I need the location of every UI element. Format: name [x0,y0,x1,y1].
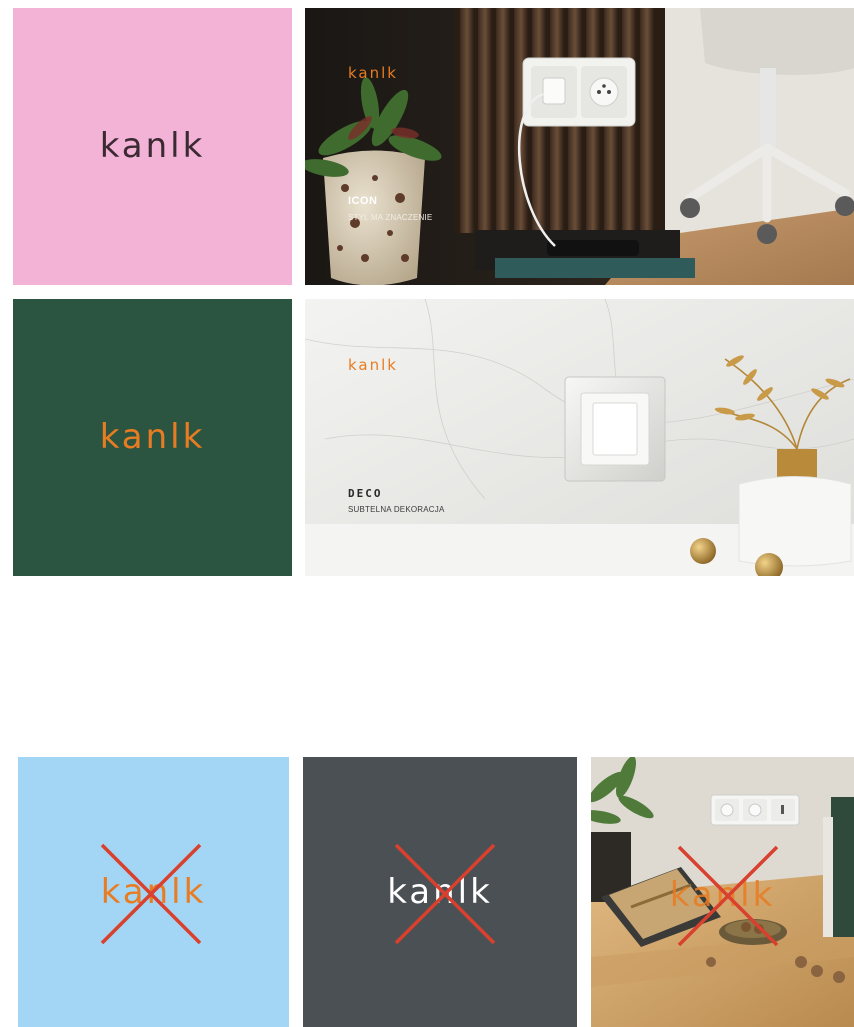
prohibited-cross-icon [394,843,496,945]
collection-subtitle: STYL MA ZNACZENIE [348,213,433,222]
wrong-usage-photo-tile: kanlk [591,757,854,1027]
deco-product-photo: kanlk DECO SUBTELNA DEKORACJA [305,299,854,576]
collection-title: DECO [348,487,383,500]
brand-logo: kanlk [348,356,398,374]
brand-logo: kanlk [348,64,398,82]
collection-subtitle: SUBTELNA DEKORACJA [348,505,445,514]
icon-interior-illustration [305,8,854,285]
icon-product-photo: kanlk ICON STYL MA ZNACZENIE [305,8,854,285]
prohibited-cross-icon [100,843,202,945]
logo-on-green-tile: kanlk [13,299,292,576]
deco-interior-illustration [305,299,854,576]
prohibited-cross-icon [677,845,779,947]
collection-title: ICON [348,195,378,207]
wrong-usage-light-blue-tile: kanlk [18,757,289,1027]
wrong-usage-dark-grey-tile: kanlk [303,757,577,1027]
brand-logo: kanlk [99,417,206,457]
brand-logo: kanlk [99,126,206,166]
logo-on-pink-tile: kanlk [13,8,292,285]
